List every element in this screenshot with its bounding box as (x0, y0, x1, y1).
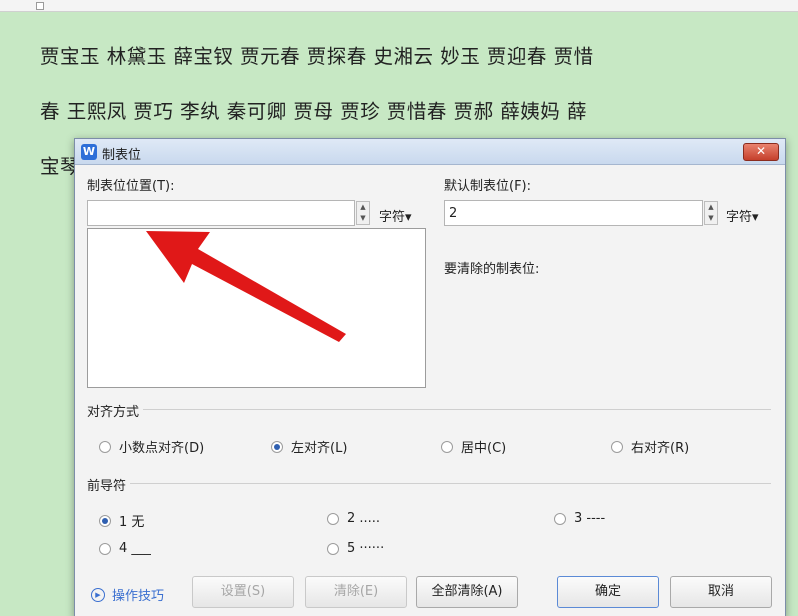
radio-button-selected-icon[interactable] (99, 514, 111, 527)
clear-button[interactable]: 清除(E) (305, 576, 407, 608)
leader-dashes-radio[interactable]: 3 ---- (554, 511, 605, 526)
wps-writer-icon: W (81, 144, 97, 160)
default-tab-input[interactable] (444, 200, 703, 226)
tab-position-list[interactable] (87, 228, 426, 388)
radio-button-icon[interactable] (441, 440, 453, 453)
radio-button-selected-icon[interactable] (271, 440, 283, 453)
tabs-to-clear-label: 要清除的制表位: (444, 262, 540, 277)
tab-stops-dialog: W 制表位 ✕ 制表位位置(T): ▲ ▼ 字符▾ 默认制表位(F): ▲ ▼ … (74, 138, 786, 616)
spin-up-icon[interactable]: ▲ (705, 202, 717, 213)
document-text-line-2: 春 王熙凤 贾巧 李纨 秦可卿 贾母 贾珍 贾惜春 贾郝 薛姨妈 薛 (40, 100, 587, 123)
tab-position-unit-dropdown[interactable]: 字符▾ (379, 206, 412, 225)
align-left-radio[interactable]: 左对齐(L) (271, 437, 347, 456)
default-tab-unit-dropdown[interactable]: 字符▾ (726, 206, 759, 225)
spin-up-icon[interactable]: ▲ (357, 202, 369, 213)
cancel-button[interactable]: 取消 (670, 576, 772, 608)
leader-none-radio[interactable]: 1 无 (99, 511, 144, 530)
ruler (0, 0, 798, 12)
radio-button-icon[interactable] (554, 512, 566, 525)
default-tab-spinner[interactable]: ▲ ▼ (704, 201, 718, 225)
radio-button-icon[interactable] (99, 440, 111, 453)
ok-button[interactable]: 确定 (557, 576, 659, 608)
close-button[interactable]: ✕ (743, 143, 779, 161)
radio-button-icon[interactable] (327, 542, 339, 555)
tab-position-input[interactable] (87, 200, 355, 226)
tips-link[interactable]: ▶ 操作技巧 (91, 585, 164, 604)
alignment-group-label: 对齐方式 (87, 401, 144, 420)
leader-middle-dots-radio[interactable]: 5 ······ (327, 541, 384, 556)
align-center-radio[interactable]: 居中(C) (441, 437, 506, 456)
document-text-line-1: 贾宝玉 林黛玉 薛宝钗 贾元春 贾探春 史湘云 妙玉 贾迎春 贾惜 (40, 45, 594, 68)
align-right-radio[interactable]: 右对齐(R) (611, 437, 689, 456)
dialog-title: 制表位 (102, 148, 142, 163)
leader-group-label: 前导符 (87, 475, 131, 494)
leader-divider (87, 483, 771, 484)
radio-button-icon[interactable] (611, 440, 623, 453)
leader-underline-radio[interactable]: 4 ___ (99, 541, 151, 556)
radio-button-icon[interactable] (99, 542, 111, 555)
clear-all-button[interactable]: 全部清除(A) (416, 576, 518, 608)
tab-position-label: 制表位位置(T): (87, 179, 175, 194)
spin-down-icon[interactable]: ▼ (705, 213, 717, 224)
alignment-divider (87, 409, 771, 410)
set-button[interactable]: 设置(S) (192, 576, 294, 608)
leader-dots-radio[interactable]: 2 ..... (327, 511, 380, 526)
align-decimal-radio[interactable]: 小数点对齐(D) (99, 437, 204, 456)
spin-down-icon[interactable]: ▼ (357, 213, 369, 224)
tips-label[interactable]: 操作技巧 (112, 585, 164, 604)
radio-button-icon[interactable] (327, 512, 339, 525)
play-icon: ▶ (91, 587, 105, 602)
tab-position-spinner[interactable]: ▲ ▼ (356, 201, 370, 225)
ruler-tab-marker[interactable] (36, 2, 44, 10)
default-tab-label: 默认制表位(F): (444, 179, 532, 194)
dialog-titlebar[interactable]: W 制表位 ✕ (75, 139, 785, 165)
